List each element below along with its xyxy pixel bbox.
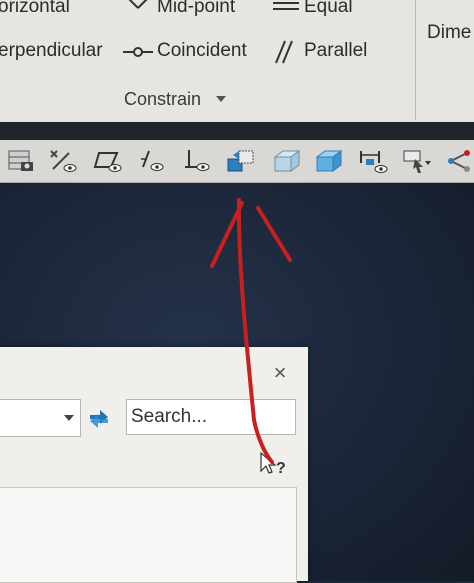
horizontal-constraint-label[interactable]: orizontal bbox=[0, 0, 70, 18]
show-dimension-icon[interactable] bbox=[180, 144, 214, 178]
filter-dropdown[interactable] bbox=[0, 399, 81, 437]
refresh-icon[interactable] bbox=[84, 403, 114, 433]
dimension-label[interactable]: Dime bbox=[427, 22, 471, 44]
coincident-constraint-label[interactable]: Coincident bbox=[157, 40, 247, 62]
ribbon: orizontal Mid-point Equal Dime erpendicu… bbox=[0, 0, 474, 122]
equal-icon[interactable] bbox=[271, 0, 301, 14]
whats-this-help-icon[interactable]: ? bbox=[258, 451, 288, 477]
show-constraint-icon[interactable] bbox=[136, 144, 170, 178]
graphics-toolbar bbox=[0, 140, 474, 183]
ribbon-separator bbox=[415, 0, 416, 120]
hide-shape-icon[interactable] bbox=[92, 144, 126, 178]
parallel-icon[interactable] bbox=[272, 39, 296, 65]
equal-constraint-label[interactable]: Equal bbox=[304, 0, 353, 18]
constrain-panel-title[interactable]: Constrain bbox=[124, 89, 201, 110]
convert-body-icon[interactable] bbox=[224, 144, 258, 178]
ribbon-border bbox=[0, 122, 474, 140]
box-transparent-icon[interactable] bbox=[312, 144, 346, 178]
measure-icon[interactable] bbox=[356, 144, 390, 178]
perpendicular-constraint-label[interactable]: erpendicular bbox=[0, 40, 103, 62]
coincident-icon[interactable] bbox=[123, 44, 153, 60]
tool-dropdown-icon[interactable] bbox=[400, 144, 434, 178]
parallel-constraint-label[interactable]: Parallel bbox=[304, 40, 367, 62]
chevron-down-icon[interactable] bbox=[64, 415, 74, 421]
midpoint-constraint-label[interactable]: Mid-point bbox=[157, 0, 235, 18]
help-question-mark: ? bbox=[276, 460, 286, 477]
results-list[interactable] bbox=[0, 487, 297, 583]
dialog-window: × ? bbox=[0, 347, 308, 583]
constraint-display-icon[interactable] bbox=[46, 144, 80, 178]
panel-expand-icon[interactable] bbox=[216, 96, 226, 102]
box-solid-icon[interactable] bbox=[270, 144, 304, 178]
search-input[interactable] bbox=[126, 399, 296, 435]
snapshot-icon[interactable] bbox=[4, 144, 38, 178]
close-button[interactable]: × bbox=[268, 361, 292, 385]
more-icon[interactable] bbox=[444, 144, 474, 178]
midpoint-icon[interactable] bbox=[126, 0, 152, 14]
